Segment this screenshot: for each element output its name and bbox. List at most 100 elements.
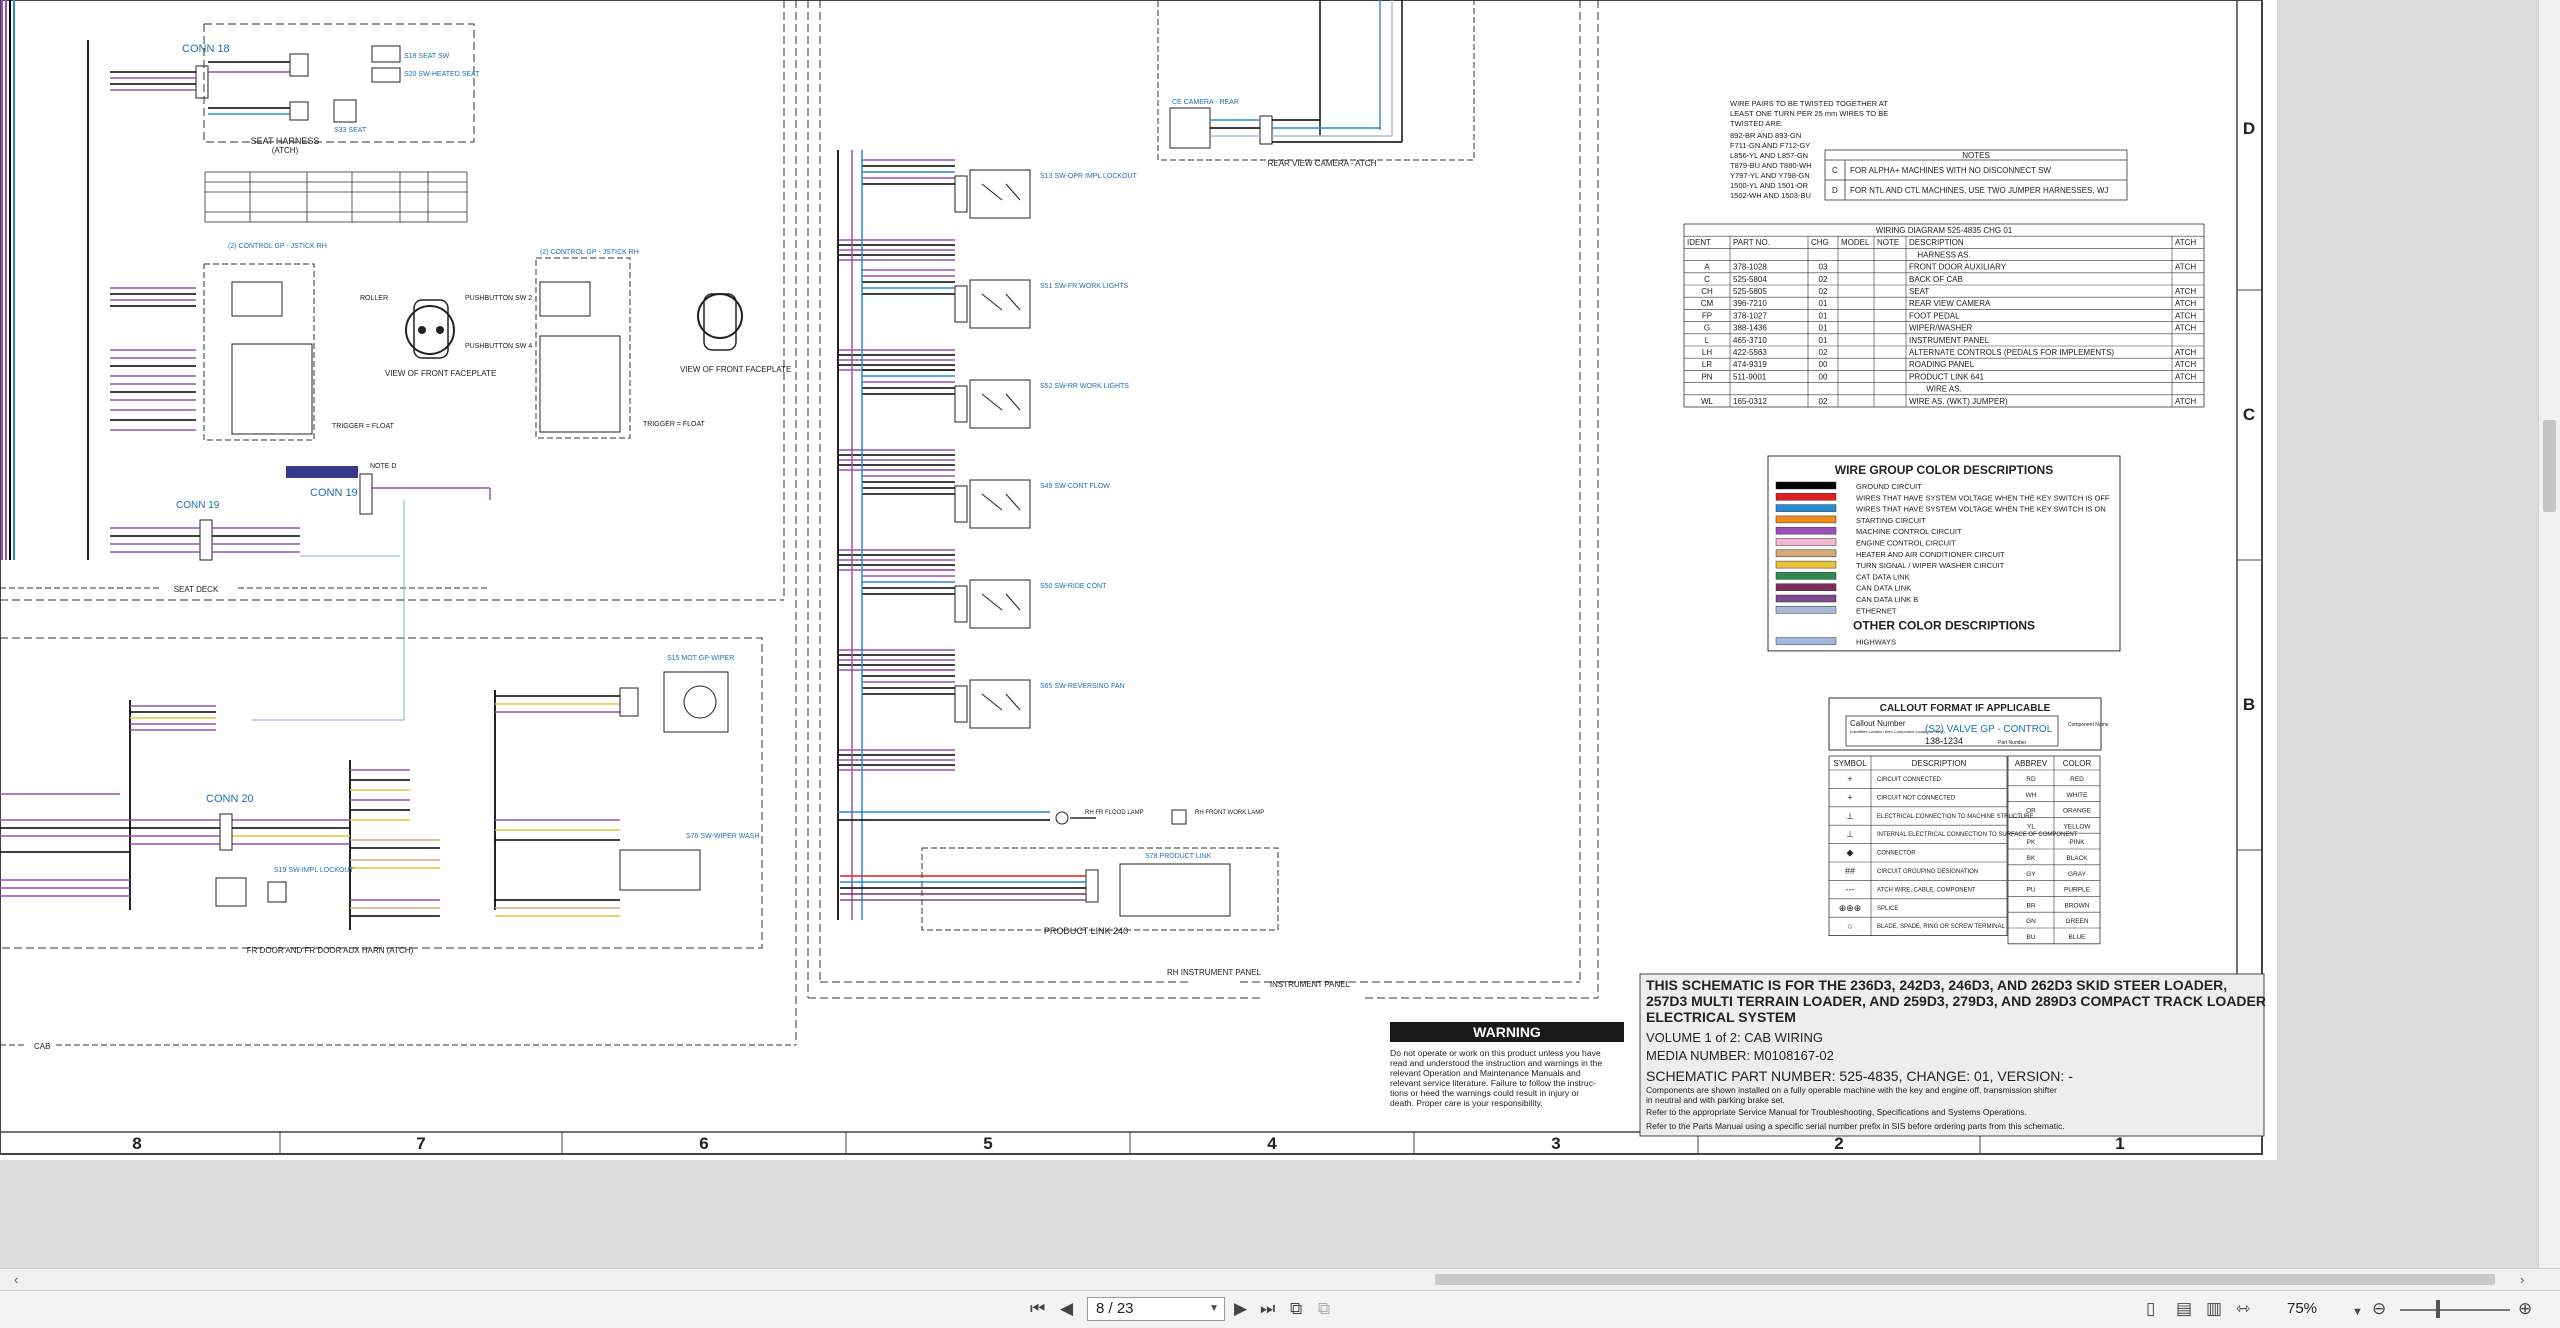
notes-title: NOTES xyxy=(1962,151,1990,160)
wiring-table-cell: L xyxy=(1705,336,1710,345)
rear-view-camera-label: REAR VIEW CAMERA - ATCH xyxy=(1268,159,1377,168)
scroll-right-arrow-icon[interactable]: › xyxy=(2520,1272,2524,1287)
page-number-input[interactable]: 8 / 23 ▼ xyxy=(1087,1297,1225,1321)
twist-pair: 1500-YL AND 1501-OR xyxy=(1730,181,1809,190)
single-page-view-icon[interactable]: ▯ xyxy=(2146,1299,2155,1319)
switch-block: S52 SW-RR WORK LIGHTS xyxy=(838,369,1129,471)
switch-label: S50 SW-RIDE CONT xyxy=(1040,583,1107,590)
symbol-glyph-icon: ## xyxy=(1845,866,1855,876)
wiring-table-cell: PN xyxy=(1701,372,1712,381)
abbrev-code: BK xyxy=(2027,855,2036,862)
wiring-header-cell: MODEL xyxy=(1841,238,1870,247)
instrument-panel-label: INSTRUMENT PANEL xyxy=(1270,980,1351,989)
wiring-table-cell: BACK OF CAB xyxy=(1909,275,1963,284)
wiring-header-cell: NOTE xyxy=(1877,238,1899,247)
wiring-table-cell: WIPER/WASHER xyxy=(1909,324,1972,333)
roller-label: ROLLER xyxy=(360,295,388,302)
wiring-table-cell: A xyxy=(1704,263,1710,272)
symbol-description: CIRCUIT GROUPING DESIGNATION xyxy=(1877,869,1978,875)
color-desc-item: GROUND CIRCUIT xyxy=(1856,482,1922,491)
wiring-table-cell: ATCH xyxy=(2175,263,2196,272)
zoom-slider-track[interactable] xyxy=(2400,1309,2510,1311)
callout-example: (S2) VALVE GP - CONTROL xyxy=(1925,724,2053,735)
note-text: FOR NTL AND CTL MACHINES, USE TWO JUMPER… xyxy=(1850,186,2108,195)
continuous-view-icon[interactable]: ▤ xyxy=(2176,1299,2192,1319)
horizontal-scroll-thumb[interactable] xyxy=(1435,1274,2495,1285)
switch-block: S65 SW-REVERSING FAN xyxy=(838,669,1125,771)
wiring-table-cell: ATCH xyxy=(2175,348,2196,357)
abbrev-color: BLUE xyxy=(2069,934,2087,941)
conn20-label: CONN 20 xyxy=(206,793,254,805)
symbol-description: CONNECTOR xyxy=(1877,851,1916,857)
last-page-icon[interactable]: ⏭ xyxy=(1260,1299,1275,1319)
switch-block: S13 SW-OPR IMPL LOCKOUT xyxy=(838,159,1138,261)
page-thumbnails-icon[interactable]: ⧉ xyxy=(1290,1299,1302,1319)
wiring-table-cell: CH xyxy=(1701,287,1713,296)
abbrev-color: BLACK xyxy=(2066,855,2088,862)
pushbutton4-label: PUSHBUTTON SW 4 xyxy=(465,343,532,350)
wiring-table-cell: 525-5804 xyxy=(1733,275,1767,284)
work-lamp-label: RH FRONT WORK LAMP xyxy=(1195,810,1264,816)
wiring-table-cell: LR xyxy=(1702,360,1712,369)
previous-page-icon[interactable]: ◀ xyxy=(1060,1299,1073,1319)
symbol-glyph-icon: ◆ xyxy=(1847,848,1854,858)
vertical-scrollbar[interactable] xyxy=(2538,0,2560,1268)
abbrev-code: GY xyxy=(2026,871,2036,878)
first-page-icon[interactable]: ⏮ xyxy=(1030,1299,1045,1319)
zoom-in-icon[interactable]: ⊕ xyxy=(2518,1299,2532,1319)
facing-pages-view-icon[interactable]: ▥ xyxy=(2206,1299,2222,1319)
part-number-example: 138-1234 xyxy=(1925,736,1963,746)
symbol-glyph-icon: ⊥ xyxy=(1846,829,1854,839)
fit-width-icon[interactable]: ⇿ xyxy=(2236,1299,2250,1319)
document-viewport[interactable]: 8 7 6 5 4 3 2 1 D C B A xyxy=(0,0,2560,1268)
seat-switch-label: S18 SEAT SW xyxy=(404,53,450,60)
color-desc-item: CAN DATA LINK B xyxy=(1856,595,1918,604)
wiring-table-cell: 01 xyxy=(1819,311,1828,320)
wiring-table-cell: ROADING PANEL xyxy=(1909,360,1975,369)
wiring-table-cell: ATCH xyxy=(2175,397,2196,406)
wiring-table-cell: ATCH xyxy=(2175,324,2196,333)
chevron-down-icon[interactable]: ▼ xyxy=(1201,1298,1219,1320)
twist-pair: 1502-WH AND 1503-BU xyxy=(1730,191,1811,200)
row-label-b: B xyxy=(2243,695,2255,714)
zoom-out-icon[interactable]: ⊖ xyxy=(2372,1299,2386,1319)
wiring-diagram-title: WIRING DIAGRAM 525-4835 CHG 01 xyxy=(1876,226,2013,235)
next-page-icon[interactable]: ▶ xyxy=(1234,1299,1247,1319)
symbol-description: CIRCUIT NOT CONNECTED xyxy=(1877,795,1956,801)
warning-text-line: relevant service literature. Failure to … xyxy=(1390,1078,1596,1088)
abbrev-color: GREEN xyxy=(2065,918,2088,925)
joystick-rh-label: (2) CONTROL GP - JSTICK RH xyxy=(228,243,327,250)
abbrev-code: BR xyxy=(2026,902,2035,909)
seat-harness-atch: (ATCH) xyxy=(272,146,299,155)
wiring-table-cell: 02 xyxy=(1819,275,1828,284)
wiring-table-cell: ALTERNATE CONTROLS (PEDALS FOR IMPLEMENT… xyxy=(1909,348,2114,357)
horizontal-scrollbar[interactable]: ‹ › xyxy=(0,1268,2560,1291)
abbrev-color: GRAY xyxy=(2068,871,2087,878)
trigger-label-1: TRIGGER = FLOAT xyxy=(332,423,395,430)
page-indicator: 8 / 23 xyxy=(1096,1300,1134,1317)
zoom-slider-handle[interactable] xyxy=(2436,1300,2440,1318)
title-line-2: 257D3 MULTI TERRAIN LOADER, AND 259D3, 2… xyxy=(1646,993,2266,1009)
page-thumbnails-disabled-icon[interactable]: ⧉ xyxy=(1318,1299,1330,1319)
scroll-left-arrow-icon[interactable]: ‹ xyxy=(14,1272,18,1287)
symbol-glyph-icon: ⊕⊕⊕ xyxy=(1839,903,1862,913)
color-desc-item: CAN DATA LINK xyxy=(1856,584,1911,593)
wiring-header-cell: IDENT xyxy=(1687,238,1711,247)
color-desc-item: ETHERNET xyxy=(1856,606,1897,615)
symbol-glyph-icon: + xyxy=(1847,774,1852,784)
abbrev-color: ORANGE xyxy=(2063,808,2092,815)
wiring-table-cell: 465-3710 xyxy=(1733,336,1767,345)
wiring-table-cell: 165-0312 xyxy=(1733,397,1767,406)
wiring-table-cell: FOOT PEDAL xyxy=(1909,311,1960,320)
color-header: COLOR xyxy=(2063,759,2092,768)
title-note-1: Components are shown installed on a full… xyxy=(1646,1085,2057,1095)
vertical-scroll-thumb[interactable] xyxy=(2543,420,2556,512)
zoom-dropdown-icon[interactable]: ▼ xyxy=(2352,1302,2363,1322)
zoom-level[interactable]: 75% xyxy=(2287,1300,2317,1317)
wiring-table-cell: FP xyxy=(1702,311,1712,320)
title-media: MEDIA NUMBER: M0108167-02 xyxy=(1646,1048,1834,1063)
switch-block: S49 SW-CONT FLOW xyxy=(838,469,1110,571)
schematic-diagram: 8 7 6 5 4 3 2 1 D C B A xyxy=(0,0,2266,1155)
warning-text-line: read and understood the instruction and … xyxy=(1390,1058,1602,1068)
abbrev-code: RD xyxy=(2026,776,2036,783)
